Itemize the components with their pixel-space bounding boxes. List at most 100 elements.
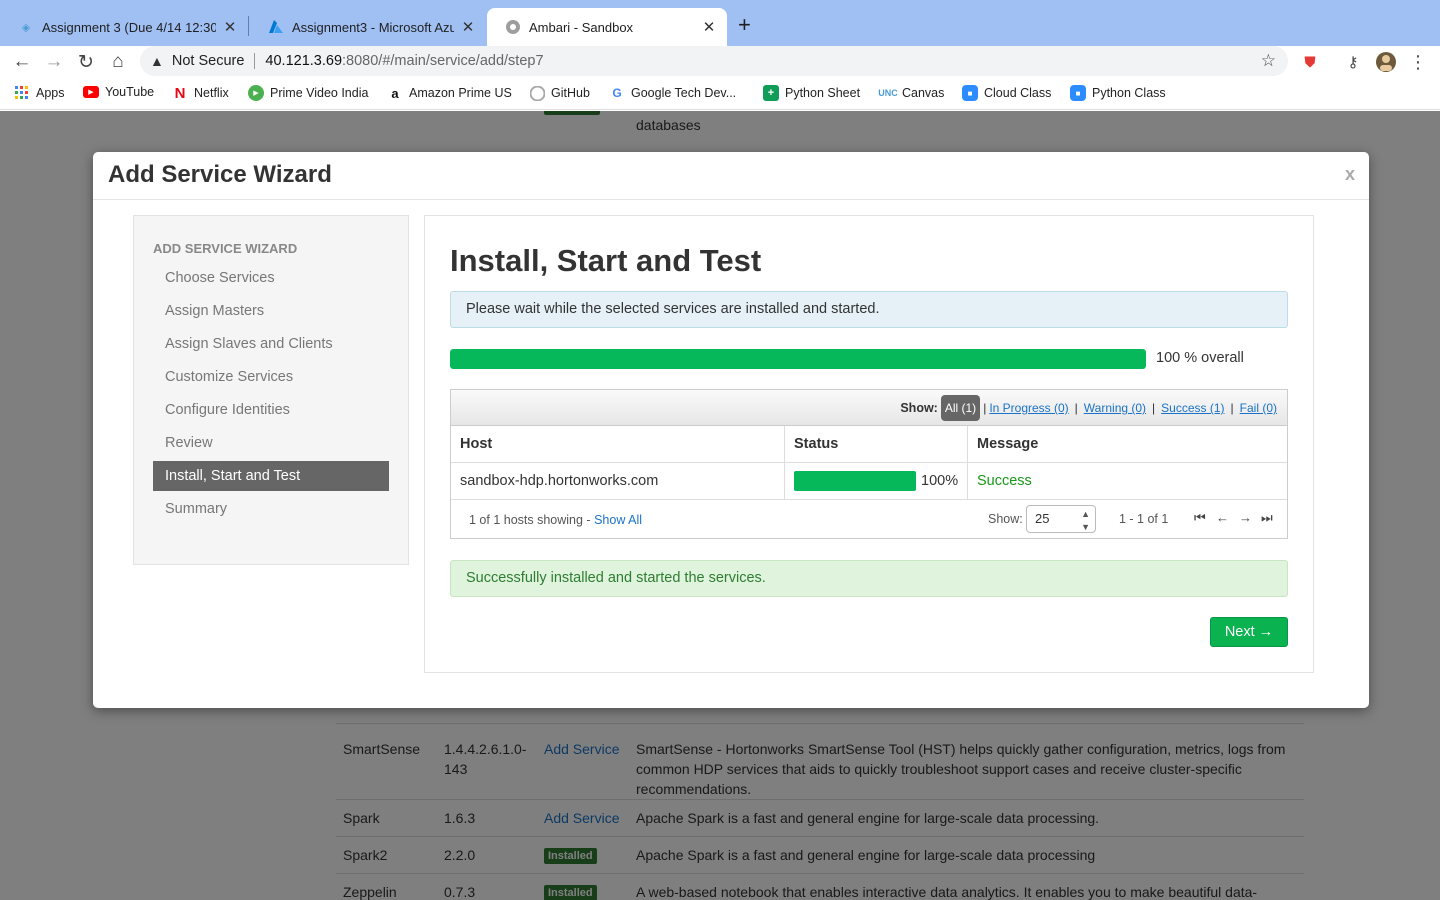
step-assign-masters: Assign Masters (165, 303, 265, 319)
bookmark-github[interactable]: GitHub (529, 85, 590, 101)
host-cell[interactable]: sandbox-hdp.hortonworks.com (451, 463, 785, 500)
first-page-icon[interactable]: ⏮ (1194, 510, 1206, 526)
bookmark-label: Python Class (1092, 86, 1166, 100)
overall-progress-text: 100 % overall (1156, 350, 1244, 366)
table-footer: 1 of 1 hosts showing - Show All Show: 25… (451, 501, 1287, 538)
bookmark-star-icon[interactable]: ☆ (1261, 51, 1276, 71)
last-page-icon[interactable]: ⏭ (1261, 510, 1273, 526)
host-progress-bar (794, 471, 916, 491)
tab-ambari-sandbox[interactable]: Ambari - Sandbox ✕ (487, 8, 727, 46)
sheets-icon: + (763, 85, 779, 101)
bookmark-label: Prime Video India (270, 86, 369, 100)
new-tab-button[interactable]: + (738, 12, 751, 38)
apps-grid-icon (14, 85, 30, 101)
bookmark-label: GitHub (551, 86, 590, 100)
zoom-icon: ■ (962, 85, 978, 101)
filter-separator: | (1152, 401, 1156, 415)
filter-warning[interactable]: Warning (0) (1084, 401, 1146, 415)
github-icon (529, 85, 545, 101)
column-header-status[interactable]: Status (785, 426, 968, 463)
tab-close-icon[interactable]: ✕ (701, 18, 717, 36)
page-size-label: Show: (988, 512, 1023, 526)
overall-progress-bar (450, 349, 1146, 369)
url-path: :8080/#/main/service/add/step7 (342, 53, 544, 69)
back-icon[interactable]: ← (9, 49, 35, 75)
message-cell-success[interactable]: Success (968, 463, 1287, 500)
bookmark-label: Apps (36, 86, 65, 100)
bookmark-prime-video-india[interactable]: ▶ Prime Video India (248, 85, 368, 101)
bookmark-cloud-class[interactable]: ■ Cloud Class (962, 85, 1051, 101)
next-page-icon[interactable]: → (1239, 510, 1252, 525)
url-host: 40.121.3.69 (265, 53, 343, 69)
bookmark-label: Netflix (194, 86, 229, 100)
hosts-count-text: 1 of 1 hosts showing - (469, 513, 595, 527)
close-icon[interactable]: x (1345, 164, 1355, 185)
reload-icon[interactable]: ↻ (73, 49, 99, 75)
address-bar[interactable]: ▲ Not Secure 40.121.3.69 :8080/#/main/se… (140, 46, 1288, 76)
bookmark-label: Python Sheet (785, 86, 861, 100)
filter-show-label: Show: (900, 401, 938, 415)
ambari-icon (505, 19, 521, 35)
pagination-range: 1 - 1 of 1 (1119, 512, 1169, 526)
success-alert: Successfully installed and started the s… (450, 560, 1288, 597)
home-icon[interactable]: ⌂ (105, 49, 131, 75)
filter-in-progress[interactable]: In Progress (0) (989, 401, 1068, 415)
filter-all[interactable]: All (1) (940, 395, 981, 421)
step-customize-services: Customize Services (165, 369, 294, 385)
browser-toolbar: ← → ↻ ⌂ ▲ Not Secure 40.121.3.69 :8080/#… (0, 46, 1440, 78)
filter-separator: | (1074, 401, 1078, 415)
column-header-message[interactable]: Message (968, 426, 1287, 463)
bookmark-label: Google Tech Dev... (631, 86, 737, 100)
tab-title: Assignment3 - Microsoft Azure (292, 19, 454, 35)
bookmark-apps[interactable]: Apps (14, 85, 65, 101)
canvas-icon: ◈ (21, 21, 31, 34)
host-progress-text: 100% (921, 473, 959, 489)
profile-avatar-icon[interactable] (1373, 49, 1399, 75)
info-alert: Please wait while the selected services … (450, 291, 1288, 328)
bookmarks-bar: Apps ▶ YouTube N Netflix ▶ Prime Video I… (0, 78, 1440, 110)
step-install-start-test: Install, Start and Test (153, 461, 389, 491)
tab-assignment3-canvas[interactable]: ◈ Assignment 3 (Due 4/14 12:30p ✕ (0, 8, 248, 46)
column-header-host[interactable]: Host (451, 426, 785, 463)
filter-success[interactable]: Success (1) (1161, 401, 1224, 415)
amazon-icon: a (391, 85, 399, 101)
step-choose-services: Choose Services (165, 270, 275, 286)
key-icon[interactable]: ⚷ (1340, 49, 1366, 75)
forward-icon[interactable]: → (41, 49, 67, 75)
show-all-link[interactable]: Show All (594, 513, 642, 527)
hosts-count: 1 of 1 hosts showing - Show All (469, 513, 642, 527)
step-summary: Summary (165, 501, 228, 517)
modal-header: Add Service Wizard x (93, 152, 1369, 200)
zoom-icon: ■ (1070, 85, 1086, 101)
bookmark-netflix[interactable]: N Netflix (172, 84, 229, 102)
tab-close-icon[interactable]: ✕ (222, 18, 238, 36)
bookmark-canvas[interactable]: UNC Canvas (878, 85, 944, 101)
bookmark-label: Amazon Prime US (409, 86, 512, 100)
filter-fail[interactable]: Fail (0) (1240, 401, 1277, 415)
tab-separator (248, 16, 249, 36)
next-button[interactable]: Next → (1210, 617, 1288, 647)
sidebar-heading: ADD SERVICE WIZARD (153, 241, 298, 256)
modal-title: Add Service Wizard (108, 161, 332, 188)
omnibox-divider (254, 53, 256, 69)
netflix-icon: N (174, 84, 186, 102)
filter-separator: | (983, 401, 987, 415)
status-filters: Show: All (1) | In Progress (0) | Warnin… (900, 395, 1277, 421)
select-arrows-icon: ▲ ▼ (1081, 509, 1090, 532)
bookmark-google-tech-dev[interactable]: G Google Tech Dev... (609, 85, 736, 101)
add-service-wizard-modal: Add Service Wizard x ADD SERVICE WIZARD … (93, 152, 1369, 708)
bookmark-amazon-prime-us[interactable]: a Amazon Prime US (387, 85, 512, 101)
google-icon: G (612, 86, 622, 100)
shield-extension-icon[interactable]: ⛊ (1297, 49, 1323, 75)
page-size-select[interactable]: 25 ▲ ▼ (1026, 505, 1096, 533)
prev-page-icon[interactable]: ← (1216, 510, 1229, 525)
tab-close-icon[interactable]: ✕ (460, 18, 476, 36)
menu-kebab-icon[interactable]: ⋮ (1405, 49, 1431, 75)
bookmark-youtube[interactable]: ▶ YouTube (83, 85, 154, 99)
bookmark-label: Cloud Class (984, 86, 1052, 100)
bookmark-python-class[interactable]: ■ Python Class (1070, 85, 1166, 101)
tab-assignment3-azure[interactable]: Assignment3 - Microsoft Azure ✕ (250, 8, 486, 46)
prime-video-icon: ▶ (248, 85, 264, 101)
bookmark-python-sheet[interactable]: + Python Sheet (763, 85, 860, 101)
not-secure-label[interactable]: Not Secure (172, 53, 245, 69)
